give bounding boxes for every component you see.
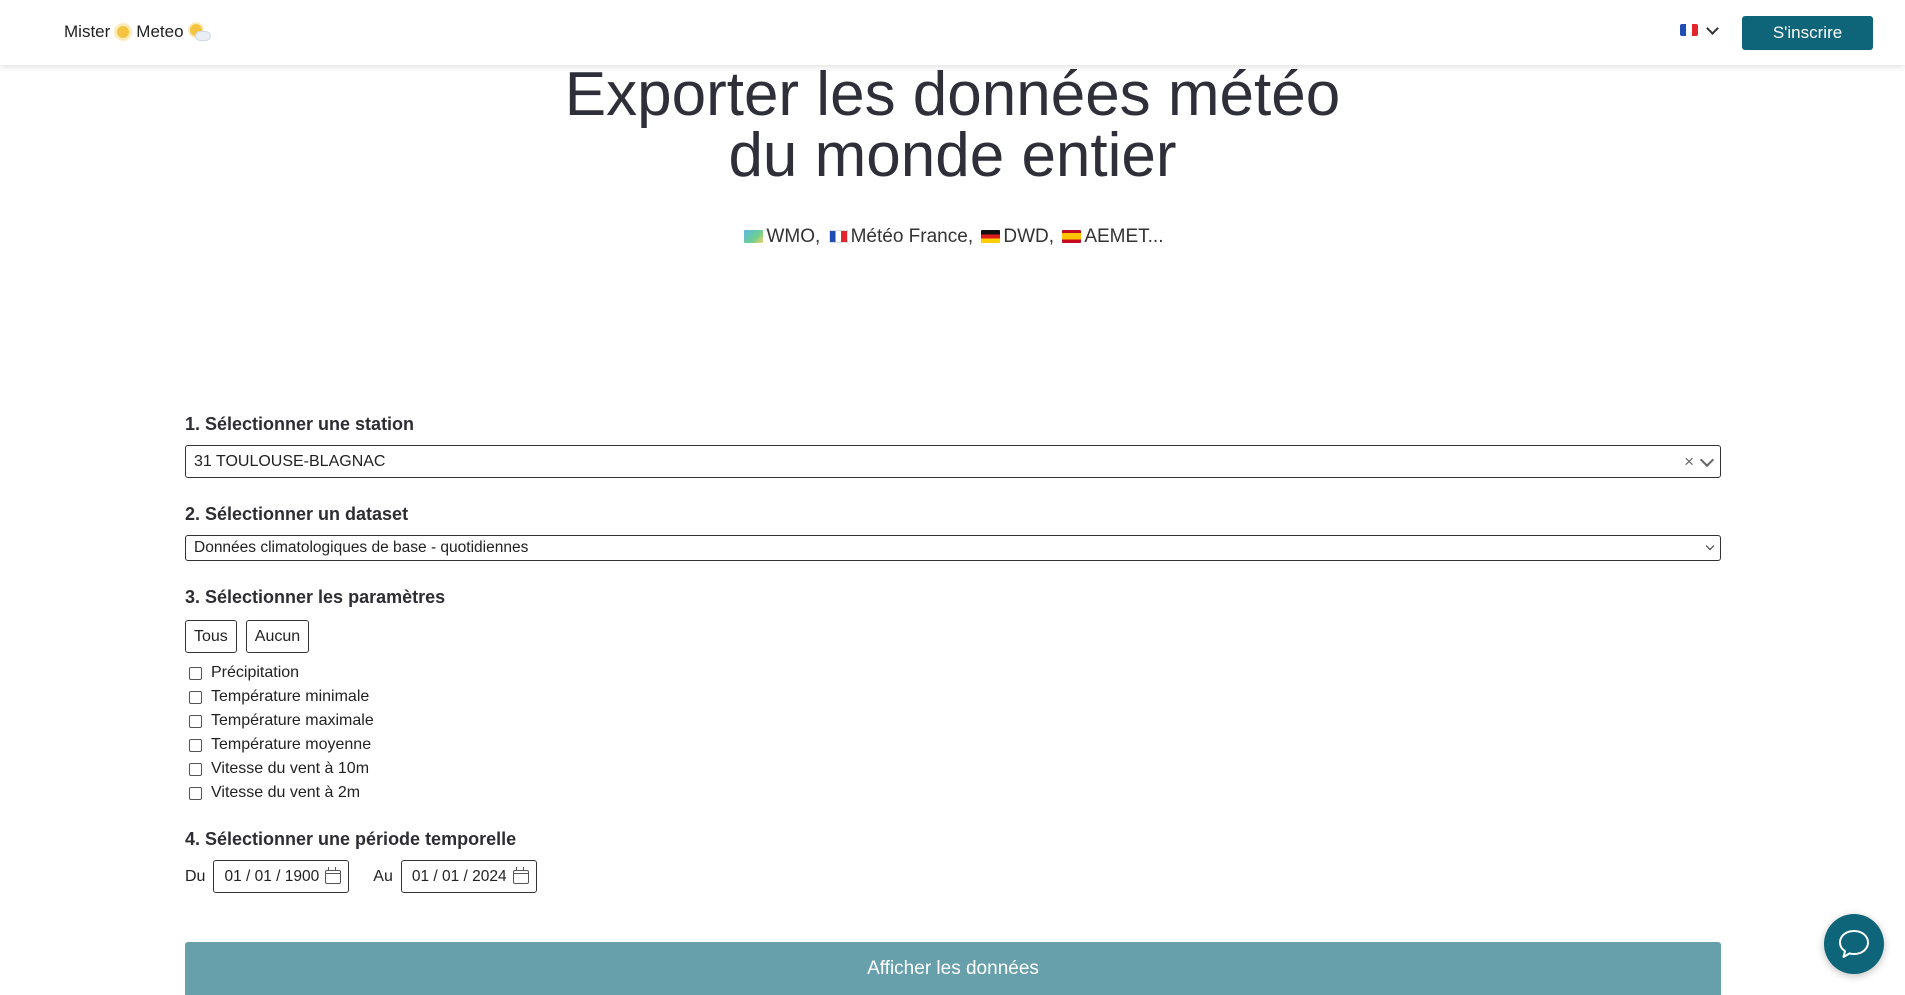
checkbox[interactable] bbox=[189, 738, 202, 752]
checkbox[interactable] bbox=[189, 690, 202, 704]
param-item[interactable]: Température moyenne bbox=[185, 733, 1721, 757]
source-meteo-france: Météo France, bbox=[850, 226, 974, 247]
station-select[interactable]: 31 TOULOUSE-BLAGNAC × bbox=[185, 445, 1721, 478]
signup-button[interactable]: S'inscrire bbox=[1742, 16, 1873, 50]
source-wmo: WMO, bbox=[766, 226, 821, 247]
source-dwd: DWD, bbox=[1003, 226, 1055, 247]
chevron-down-icon bbox=[1705, 541, 1715, 551]
param-label: Température moyenne bbox=[211, 736, 372, 753]
data-sources-line: WMO, Météo France, DWD, AEMET... bbox=[0, 226, 1905, 248]
flag-fr-icon bbox=[1680, 24, 1698, 36]
params-list: Précipitation Température minimale Tempé… bbox=[185, 661, 1721, 805]
param-label: Température maximale bbox=[211, 712, 374, 729]
chevron-down-icon bbox=[1706, 21, 1719, 35]
param-item[interactable]: Précipitation bbox=[185, 661, 1721, 685]
param-item[interactable]: Vitesse du vent à 10m bbox=[185, 757, 1721, 781]
chat-bubble-icon bbox=[1839, 930, 1869, 958]
param-label: Vitesse du vent à 2m bbox=[211, 784, 361, 801]
page-title-line-2: du monde entier bbox=[728, 121, 1177, 190]
page-title: Exporter les données météo du monde enti… bbox=[0, 64, 1905, 187]
to-label: Au bbox=[373, 867, 393, 885]
from-label: Du bbox=[185, 867, 206, 885]
checkbox[interactable] bbox=[189, 666, 202, 680]
top-navbar: Mister Meteo S'inscrire bbox=[0, 0, 1905, 65]
from-date-input[interactable]: 01 / 01 / 1900 bbox=[213, 860, 350, 893]
params-quick-actions: Tous Aucun bbox=[185, 620, 1721, 653]
flag-es-icon bbox=[1062, 230, 1082, 243]
param-item[interactable]: Température maximale bbox=[185, 709, 1721, 733]
select-none-button[interactable]: Aucun bbox=[245, 620, 310, 653]
wmo-map-icon bbox=[744, 230, 764, 243]
chevron-down-icon[interactable] bbox=[1699, 452, 1715, 468]
period-section-label: 4. Sélectionner une période temporelle bbox=[185, 829, 517, 849]
calendar-icon[interactable] bbox=[325, 866, 342, 884]
param-label: Vitesse du vent à 10m bbox=[211, 760, 370, 777]
brand-logo[interactable]: Mister Meteo bbox=[64, 22, 211, 42]
flag-de-icon bbox=[981, 230, 1001, 243]
to-date-value: 01 / 01 / 2024 bbox=[411, 867, 507, 885]
sun-behind-cloud-icon bbox=[188, 23, 211, 41]
clear-icon[interactable]: × bbox=[1684, 446, 1694, 477]
checkbox[interactable] bbox=[189, 714, 202, 728]
brand-text-right: Meteo bbox=[136, 22, 184, 41]
chat-button[interactable] bbox=[1824, 914, 1884, 974]
select-all-button[interactable]: Tous bbox=[185, 620, 237, 653]
dataset-value: Données climatologiques de base - quotid… bbox=[194, 539, 529, 556]
station-value: 31 TOULOUSE-BLAGNAC bbox=[194, 453, 386, 470]
param-label: Précipitation bbox=[211, 664, 300, 681]
page-title-line-1: Exporter les données météo bbox=[564, 60, 1341, 129]
station-section-label: 1. Sélectionner une station bbox=[185, 414, 415, 434]
param-item[interactable]: Température minimale bbox=[185, 685, 1721, 709]
sun-icon bbox=[114, 23, 132, 41]
calendar-icon[interactable] bbox=[512, 866, 529, 884]
from-date-value: 01 / 01 / 1900 bbox=[224, 867, 320, 885]
flag-fr-icon bbox=[828, 230, 848, 243]
period-row: Du 01 / 01 / 1900 Au 01 / 01 / 2024 bbox=[185, 860, 1721, 893]
checkbox[interactable] bbox=[189, 762, 202, 776]
brand-text-left: Mister bbox=[64, 22, 111, 41]
to-date-input[interactable]: 01 / 01 / 2024 bbox=[400, 860, 537, 893]
dataset-select[interactable]: Données climatologiques de base - quotid… bbox=[185, 535, 1721, 561]
source-aemet: AEMET... bbox=[1084, 226, 1164, 247]
language-selector[interactable] bbox=[1680, 21, 1719, 36]
checkbox[interactable] bbox=[189, 786, 202, 800]
export-form: 1. Sélectionner une station 31 TOULOUSE-… bbox=[185, 414, 1721, 893]
show-data-button[interactable]: Afficher les données bbox=[185, 942, 1721, 995]
param-label: Température minimale bbox=[211, 688, 370, 705]
param-item[interactable]: Vitesse du vent à 2m bbox=[185, 781, 1721, 805]
dataset-section-label: 2. Sélectionner un dataset bbox=[185, 504, 409, 524]
params-section-label: 3. Sélectionner les paramètres bbox=[185, 587, 446, 607]
